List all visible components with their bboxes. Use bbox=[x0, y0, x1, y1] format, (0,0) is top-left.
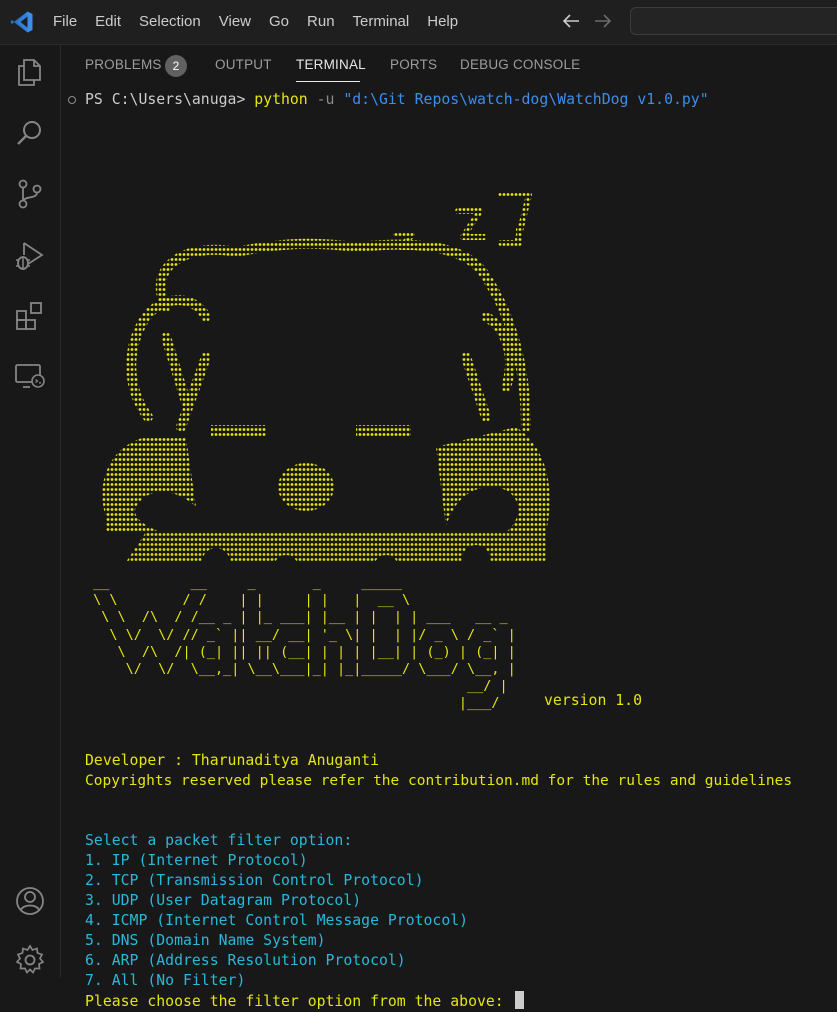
script-path: "d:\Git Repos\watch-dog\WatchDog v1.0.py… bbox=[343, 91, 709, 108]
menu-help[interactable]: Help bbox=[418, 7, 467, 37]
vscode-logo-icon bbox=[10, 11, 33, 33]
tab-output[interactable]: OUTPUT bbox=[215, 57, 272, 72]
menu-view[interactable]: View bbox=[210, 7, 260, 37]
option-all: 7. All (No Filter) bbox=[85, 972, 246, 989]
menu-file[interactable]: File bbox=[44, 7, 86, 37]
tab-problems[interactable]: PROBLEMS bbox=[85, 57, 162, 72]
title-bar: File Edit Selection View Go Run Terminal… bbox=[0, 0, 837, 45]
active-tab-indicator bbox=[296, 81, 360, 82]
source-control-icon[interactable] bbox=[13, 177, 47, 211]
settings-gear-icon[interactable] bbox=[13, 943, 47, 977]
panel-tabs: PROBLEMS 2 OUTPUT TERMINAL PORTS DEBUG C… bbox=[61, 45, 837, 87]
option-arp: 6. ARP (Address Resolution Protocol) bbox=[85, 952, 406, 969]
problems-count-badge: 2 bbox=[165, 55, 187, 77]
extensions-icon[interactable] bbox=[13, 299, 47, 333]
sleeping-dog-ascii-art bbox=[102, 192, 550, 577]
option-dns: 5. DNS (Domain Name System) bbox=[85, 932, 326, 949]
terminal-view[interactable]: PS C:\Users\anuga> python -u "d:\Git Rep… bbox=[61, 87, 837, 1010]
command-center-search[interactable] bbox=[630, 7, 837, 35]
watchdog-ascii-banner: __ __ _ _ _____ \ \ / / | | | | | __ \ \… bbox=[93, 575, 516, 712]
account-icon[interactable] bbox=[13, 884, 47, 918]
developer-line: Developer : Tharunaditya Anuganti bbox=[85, 752, 379, 769]
explorer-icon[interactable] bbox=[13, 55, 47, 89]
tab-terminal[interactable]: TERMINAL bbox=[296, 57, 366, 72]
shell-prompt: PS C:\Users\anuga> bbox=[85, 91, 255, 108]
search-icon[interactable] bbox=[13, 116, 47, 150]
menu-go[interactable]: Go bbox=[260, 7, 298, 37]
back-arrow-icon[interactable] bbox=[560, 10, 582, 32]
menu-edit[interactable]: Edit bbox=[86, 7, 130, 37]
option-icmp: 4. ICMP (Internet Control Message Protoc… bbox=[85, 912, 469, 929]
option-udp: 3. UDP (User Datagram Protocol) bbox=[85, 892, 362, 909]
copyright-line: Copyrights reserved please refer the con… bbox=[85, 773, 793, 789]
command-decoration-icon[interactable] bbox=[68, 96, 76, 104]
forward-arrow-icon[interactable] bbox=[592, 10, 614, 32]
menu-bar: File Edit Selection View Go Run Terminal… bbox=[44, 0, 467, 44]
option-ip: 1. IP (Internet Protocol) bbox=[85, 852, 308, 869]
menu-selection[interactable]: Selection bbox=[130, 7, 210, 37]
menu-title: Select a packet filter option: bbox=[85, 832, 353, 849]
activity-bar bbox=[0, 45, 61, 977]
menu-run[interactable]: Run bbox=[298, 7, 344, 37]
command-python: python bbox=[254, 91, 308, 108]
menu-terminal[interactable]: Terminal bbox=[344, 7, 419, 37]
option-tcp: 2. TCP (Transmission Control Protocol) bbox=[85, 872, 424, 889]
terminal-cursor bbox=[514, 991, 524, 1009]
run-debug-icon[interactable] bbox=[13, 238, 47, 272]
command-flag: -u bbox=[307, 91, 344, 108]
remote-explorer-icon[interactable] bbox=[13, 359, 47, 393]
tab-debug-console[interactable]: DEBUG CONSOLE bbox=[460, 57, 580, 72]
input-prompt: Please choose the filter option from the… bbox=[85, 993, 513, 1010]
bottom-panel: PROBLEMS 2 OUTPUT TERMINAL PORTS DEBUG C… bbox=[61, 45, 837, 1010]
command-line: PS C:\Users\anuga> python -u "d:\Git Rep… bbox=[85, 90, 709, 110]
input-prompt-line[interactable]: Please choose the filter option from the… bbox=[85, 991, 524, 1012]
version-label: version 1.0 bbox=[544, 692, 642, 709]
tab-ports[interactable]: PORTS bbox=[390, 57, 437, 72]
